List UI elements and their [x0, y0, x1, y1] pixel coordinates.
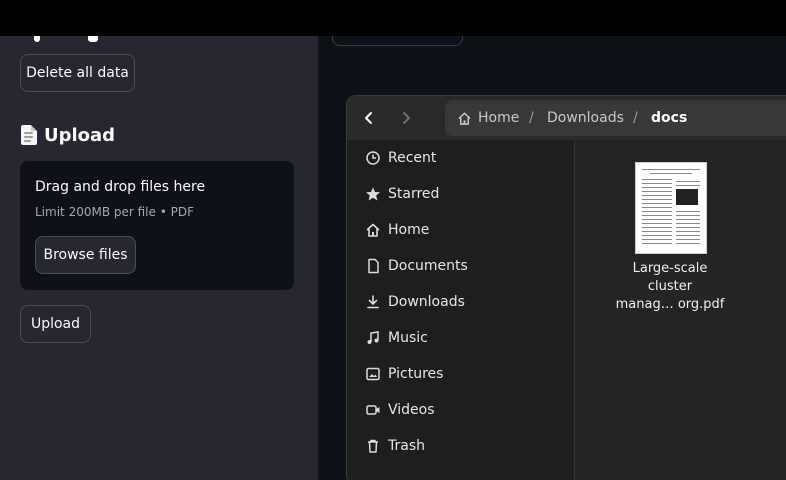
place-label: Music — [388, 330, 428, 346]
upload-button[interactable]: Upload — [20, 305, 91, 343]
forward-button[interactable] — [391, 104, 421, 132]
place-recent[interactable]: Recent — [347, 141, 575, 175]
place-home[interactable]: Home — [347, 213, 575, 247]
path-bar: Home / Downloads / docs — [445, 100, 786, 136]
place-downloads[interactable]: Downloads — [347, 285, 575, 319]
file-name-line: cluster — [647, 279, 693, 294]
breadcrumb-docs[interactable]: docs — [651, 100, 687, 136]
file-name-line: manag… org.pdf — [615, 297, 725, 312]
place-label: Downloads — [388, 294, 465, 310]
dropzone-limit-text: Limit 200MB per file • PDF — [35, 205, 194, 219]
sidebar: Delete all data Upload Drag and drop fil… — [0, 36, 318, 480]
place-starred[interactable]: Starred — [347, 177, 575, 211]
file-chooser-dialog: Home / Downloads / docs Recent Starred H… — [346, 95, 786, 480]
page-facing-up-icon — [20, 124, 38, 146]
breadcrumb-separator: / — [633, 110, 638, 126]
file-name-line: Large-scale — [632, 261, 708, 276]
place-label: Recent — [388, 150, 437, 166]
cut-off-button[interactable] — [332, 36, 463, 46]
music-icon — [365, 330, 381, 346]
file-name: Large-scale cluster manag… org.pdf — [615, 260, 725, 314]
delete-all-data-button[interactable]: Delete all data — [20, 54, 135, 92]
upload-heading: Upload — [20, 122, 115, 148]
file-view: Large-scale cluster manag… org.pdf — [575, 140, 786, 480]
file-dropzone[interactable]: Drag and drop files here Limit 200MB per… — [20, 161, 294, 290]
place-pictures[interactable]: Pictures — [347, 357, 575, 391]
chevron-left-icon — [365, 112, 372, 124]
pdf-thumbnail — [635, 162, 707, 254]
home-icon — [365, 222, 381, 238]
place-label: Trash — [388, 438, 425, 454]
place-videos[interactable]: Videos — [347, 393, 575, 427]
breadcrumb-separator: / — [529, 110, 534, 126]
browse-files-button[interactable]: Browse files — [35, 236, 136, 274]
download-icon — [365, 294, 381, 310]
place-label: Pictures — [388, 366, 444, 382]
place-label: Videos — [388, 402, 435, 418]
place-label: Home — [388, 222, 430, 238]
document-icon — [365, 258, 381, 274]
picture-icon — [365, 366, 381, 382]
place-trash[interactable]: Trash — [347, 429, 575, 463]
top-bar — [0, 0, 786, 36]
place-label: Documents — [388, 258, 468, 274]
place-label: Starred — [388, 186, 440, 202]
breadcrumb-home-label: Home — [478, 110, 520, 126]
breadcrumb-home[interactable]: Home — [457, 100, 519, 136]
video-icon — [365, 402, 381, 418]
back-button[interactable] — [354, 104, 384, 132]
home-icon — [458, 112, 471, 125]
places-sidebar: Recent Starred Home Documents Downloads … — [347, 140, 575, 480]
clock-icon — [365, 150, 381, 166]
sidebar-cut-off-heading — [20, 36, 110, 44]
pdf-thumbnail-figure — [676, 189, 698, 205]
star-icon — [365, 186, 381, 202]
place-documents[interactable]: Documents — [347, 249, 575, 283]
dropzone-title: Drag and drop files here — [35, 179, 206, 195]
chevron-right-icon — [403, 112, 410, 124]
upload-heading-text: Upload — [44, 124, 116, 146]
trash-icon — [365, 438, 381, 454]
place-music[interactable]: Music — [347, 321, 575, 355]
file-chooser-header: Home / Downloads / docs — [347, 96, 786, 140]
breadcrumb-downloads[interactable]: Downloads — [547, 100, 624, 136]
